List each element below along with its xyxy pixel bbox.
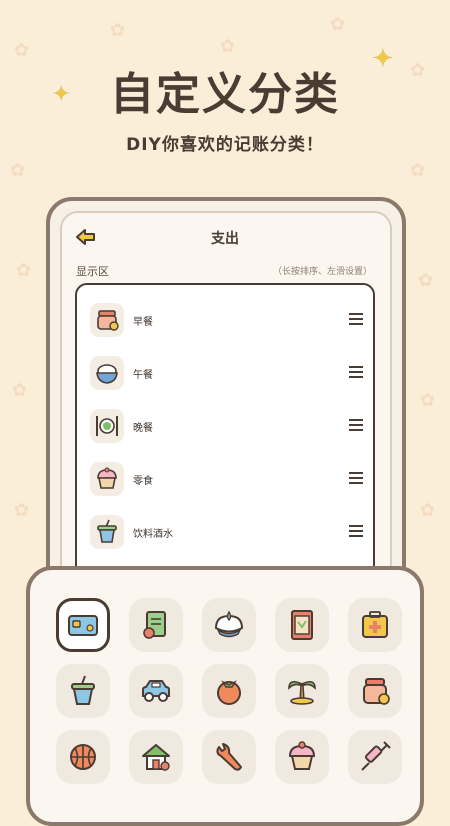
jar-icon — [363, 678, 390, 705]
promo-headline: 自定义分类 — [110, 69, 340, 120]
icon-tile[interactable] — [129, 730, 183, 784]
drag-handle-icon[interactable] — [349, 472, 363, 484]
cupcake-icon — [288, 741, 316, 770]
list-item[interactable]: 饮料酒水 — [77, 507, 373, 555]
icon-tile[interactable] — [275, 664, 329, 718]
list-item-label: 早餐 — [133, 317, 153, 328]
icon-tile[interactable] — [202, 598, 256, 652]
list-item[interactable]: 晚餐 — [77, 401, 373, 449]
wrench-icon — [216, 743, 242, 771]
dumpling-icon — [214, 610, 244, 638]
card-icon — [68, 615, 98, 636]
syringe-icon — [361, 741, 391, 771]
list-item[interactable]: 零食 — [77, 454, 373, 502]
drag-handle-icon[interactable] — [349, 313, 363, 325]
house-icon — [142, 744, 170, 771]
palm-island-icon — [288, 680, 316, 705]
drag-handle-icon[interactable] — [349, 525, 363, 537]
icon-tile[interactable] — [275, 598, 329, 652]
section-hint: （长按排序、左滑设置） — [272, 267, 372, 277]
car-icon — [142, 680, 170, 702]
promo-subheadline: DIY你喜欢的记账分类！ — [126, 135, 324, 155]
notebook-icon — [291, 610, 313, 640]
cupcake-icon — [90, 462, 124, 496]
top-bar: 支出 — [70, 220, 380, 256]
list-item-label: 晚餐 — [133, 423, 153, 434]
list-item-label: 午餐 — [133, 370, 153, 381]
plate-cutlery-icon — [90, 409, 124, 443]
breakfast-jar-icon — [90, 303, 124, 337]
list-item-label: 零食 — [133, 476, 153, 487]
drink-cup-icon — [90, 515, 124, 549]
icon-tile[interactable] — [348, 730, 402, 784]
rice-bowl-icon — [90, 356, 124, 390]
icon-tile[interactable] — [56, 730, 110, 784]
category-list: 早餐 午餐 晚餐 零食 饮料酒水 — [75, 283, 375, 583]
icon-tile[interactable] — [56, 598, 110, 652]
icon-tile[interactable] — [56, 664, 110, 718]
list-item[interactable]: 早餐 — [77, 295, 373, 343]
icon-tile[interactable] — [348, 664, 402, 718]
list-item-label: 饮料酒水 — [133, 529, 173, 540]
icon-tile[interactable] — [129, 598, 183, 652]
icon-tile[interactable] — [202, 730, 256, 784]
drink-cup-icon — [71, 675, 95, 705]
drag-handle-icon[interactable] — [349, 419, 363, 431]
icon-picker-panel — [26, 566, 424, 826]
basketball-icon — [70, 744, 96, 770]
icon-tile[interactable] — [348, 598, 402, 652]
icon-tile[interactable] — [129, 664, 183, 718]
medical-kit-icon — [362, 611, 388, 638]
list-item[interactable]: 午餐 — [77, 348, 373, 396]
section-label: 显示区 — [76, 265, 109, 278]
icon-tile[interactable] — [202, 664, 256, 718]
receipt-icon — [143, 611, 166, 639]
icon-tile[interactable] — [275, 730, 329, 784]
page-title: 支出 — [211, 231, 239, 247]
tomato-icon — [217, 680, 241, 705]
drag-handle-icon[interactable] — [349, 366, 363, 378]
